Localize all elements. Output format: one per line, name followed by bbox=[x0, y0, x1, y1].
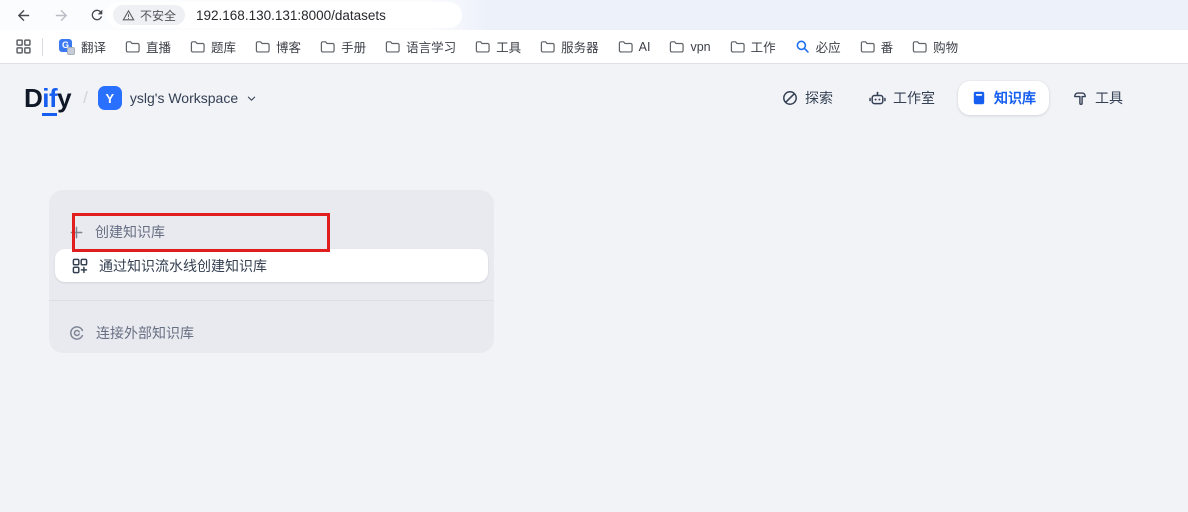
connect-external-item[interactable]: 连接外部知识库 bbox=[69, 315, 194, 351]
address-bar[interactable]: 不安全 192.168.130.131:8000/datasets bbox=[106, 2, 462, 28]
studio-icon bbox=[869, 90, 886, 107]
bookmark-language-learning[interactable]: 语言学习 bbox=[379, 34, 462, 59]
browser-toolbar: 不安全 192.168.130.131:8000/datasets bbox=[0, 0, 1188, 30]
folder-icon bbox=[540, 39, 555, 54]
bookmarks-divider bbox=[42, 38, 43, 56]
back-icon[interactable] bbox=[12, 4, 34, 26]
folder-icon bbox=[618, 39, 633, 54]
bookmark-tools[interactable]: 工具 bbox=[469, 34, 527, 59]
bookmark-bing[interactable]: 必应 bbox=[789, 34, 847, 59]
bookmark-shopping[interactable]: 购物 bbox=[906, 34, 964, 59]
nav-item-knowledge[interactable]: 知识库 bbox=[958, 81, 1049, 115]
forward-icon[interactable] bbox=[50, 4, 72, 26]
folder-icon bbox=[255, 39, 270, 54]
bookmark-vpn[interactable]: vpn bbox=[663, 36, 716, 57]
bookmarks-bar: G 翻译 直播 题库 博客 手册 语言学习 工具 服务器 bbox=[0, 30, 1188, 64]
top-nav: 探索 工作室 知识库 工具 bbox=[769, 78, 1136, 118]
bookmark-question-bank[interactable]: 题库 bbox=[184, 34, 242, 59]
workspace-selector[interactable]: Y yslg's Workspace bbox=[98, 86, 257, 110]
tools-icon bbox=[1072, 90, 1088, 106]
bookmark-blog[interactable]: 博客 bbox=[249, 34, 307, 59]
bookmark-fan[interactable]: 番 bbox=[854, 34, 900, 59]
bookmark-ai[interactable]: AI bbox=[612, 36, 657, 57]
folder-icon bbox=[730, 39, 745, 54]
folder-icon bbox=[190, 39, 205, 54]
plus-icon bbox=[69, 225, 84, 240]
translate-icon: G bbox=[59, 39, 75, 55]
apps-grid-icon[interactable] bbox=[12, 36, 34, 58]
dify-logo[interactable]: Dify bbox=[24, 83, 71, 114]
screen: 不安全 192.168.130.131:8000/datasets G 翻译 直… bbox=[0, 0, 1188, 512]
connect-external-label: 连接外部知识库 bbox=[96, 323, 194, 343]
security-label: 不安全 bbox=[140, 7, 176, 24]
chevron-down-icon bbox=[246, 93, 257, 104]
folder-icon bbox=[912, 39, 927, 54]
folder-icon bbox=[860, 39, 875, 54]
create-knowledge-item[interactable]: 创建知识库 bbox=[69, 214, 165, 250]
knowledge-icon bbox=[971, 90, 987, 106]
bookmark-server[interactable]: 服务器 bbox=[534, 34, 605, 59]
site-security-chip[interactable]: 不安全 bbox=[113, 5, 185, 25]
create-by-pipeline-item[interactable]: 通过知识流水线创建知识库 bbox=[55, 249, 488, 282]
external-knowledge-icon bbox=[69, 325, 85, 341]
url-text[interactable]: 192.168.130.131:8000/datasets bbox=[196, 8, 386, 23]
nav-item-explore[interactable]: 探索 bbox=[769, 81, 846, 115]
nav-item-tools[interactable]: 工具 bbox=[1059, 81, 1136, 115]
bookmark-translate[interactable]: G 翻译 bbox=[53, 34, 112, 59]
folder-icon bbox=[385, 39, 400, 54]
bookmark-live[interactable]: 直播 bbox=[119, 34, 177, 59]
breadcrumb-slash: / bbox=[83, 88, 88, 108]
nav-item-studio[interactable]: 工作室 bbox=[856, 81, 948, 115]
explore-icon bbox=[782, 90, 798, 106]
create-knowledge-card: 创建知识库 通过知识流水线创建知识库 连接外部知识库 bbox=[49, 190, 494, 353]
card-divider bbox=[49, 300, 494, 301]
warning-icon bbox=[122, 9, 135, 22]
workspace-avatar: Y bbox=[98, 86, 122, 110]
app-header: Dify / Y yslg's Workspace 探索 工作室 知识库 工具 bbox=[0, 78, 1188, 118]
create-by-pipeline-label: 通过知识流水线创建知识库 bbox=[99, 256, 267, 276]
create-knowledge-label: 创建知识库 bbox=[95, 222, 165, 242]
reload-icon[interactable] bbox=[86, 4, 108, 26]
pipeline-blocks-icon bbox=[72, 258, 88, 274]
folder-icon bbox=[669, 39, 684, 54]
bookmark-work[interactable]: 工作 bbox=[724, 34, 782, 59]
folder-icon bbox=[475, 39, 490, 54]
search-icon bbox=[795, 39, 810, 54]
workspace-name: yslg's Workspace bbox=[130, 90, 238, 106]
folder-icon bbox=[320, 39, 335, 54]
folder-icon bbox=[125, 39, 140, 54]
bookmark-manual[interactable]: 手册 bbox=[314, 34, 372, 59]
